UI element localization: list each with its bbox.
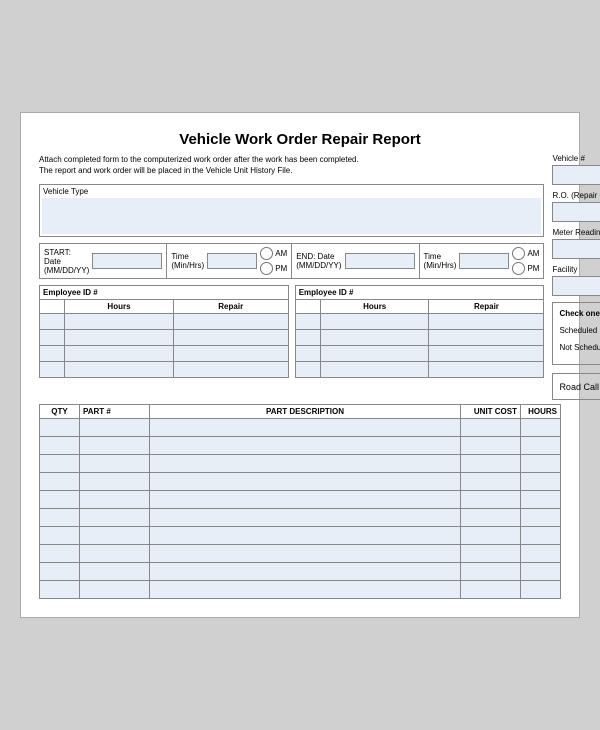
vehicle-type-field: Vehicle Type	[39, 184, 544, 237]
emp-row-right-4	[295, 362, 544, 378]
parts-row-2	[40, 437, 561, 455]
start-date-input[interactable]	[92, 253, 162, 269]
ro-label: R.O. (Repair Order) #	[552, 191, 600, 200]
emp-hours-col-left: Hours	[65, 300, 174, 314]
vehicle-number-field: Vehicle #	[552, 154, 600, 185]
parts-row-5	[40, 491, 561, 509]
check-only-section: Check one only Scheduled Not Scheduled	[552, 302, 600, 365]
parts-row-4	[40, 473, 561, 491]
parts-row-3	[40, 455, 561, 473]
end-date-input[interactable]	[345, 253, 415, 269]
emp-id-header-right: Employee ID #	[295, 286, 544, 300]
parts-row-6	[40, 509, 561, 527]
vehicle-number-label: Vehicle #	[552, 154, 600, 163]
facility-field: Facility	[552, 265, 600, 296]
parts-row-8	[40, 545, 561, 563]
emp-row-left-2	[40, 330, 289, 346]
date-row: START: Date (MM/DD/YY) Time (Min/Hrs) AM…	[39, 243, 544, 279]
end-date-cell: END: Date (MM/DD/YY)	[292, 244, 419, 278]
end-am-label[interactable]: AM	[512, 247, 539, 260]
meter-label: Meter Reading	[552, 228, 600, 237]
parts-row-10	[40, 581, 561, 599]
start-time-label: Time (Min/Hrs)	[171, 252, 204, 270]
start-date-label: START: Date (MM/DD/YY)	[44, 248, 89, 275]
emp-row-right-2	[295, 330, 544, 346]
ro-input[interactable]	[552, 202, 600, 222]
qty-header: QTY	[40, 405, 80, 419]
ro-field: R.O. (Repair Order) #	[552, 191, 600, 222]
emp-row-left-4	[40, 362, 289, 378]
emp-id-col-left	[40, 300, 65, 314]
start-time-input[interactable]	[207, 253, 257, 269]
meter-field: Meter Reading	[552, 228, 600, 259]
start-date-cell: START: Date (MM/DD/YY)	[40, 244, 167, 278]
meter-input[interactable]	[552, 239, 600, 259]
parts-row-9	[40, 563, 561, 581]
scheduled-label: Scheduled	[559, 326, 597, 335]
end-am-radio[interactable]	[512, 247, 525, 260]
emp-repair-col-left: Repair	[173, 300, 288, 314]
parts-section: QTY PART # PART DESCRIPTION UNIT COST HO…	[39, 404, 561, 599]
start-pm-radio[interactable]	[260, 262, 273, 275]
emp-row-right-3	[295, 346, 544, 362]
road-call-label: Road Call	[559, 382, 599, 392]
facility-input[interactable]	[552, 276, 600, 296]
employee-table-right: Employee ID # Hours Repair	[295, 285, 545, 378]
end-pm-radio[interactable]	[512, 262, 525, 275]
end-ampm: AM PM	[512, 247, 539, 275]
page-title: Vehicle Work Order Repair Report	[39, 131, 561, 148]
vehicle-number-input[interactable]	[552, 165, 600, 185]
employee-table-left: Employee ID # Hours Repair	[39, 285, 289, 378]
start-ampm: AM PM	[260, 247, 287, 275]
facility-label: Facility	[552, 265, 600, 274]
end-time-label: Time (Min/Hrs)	[424, 252, 457, 270]
emp-row-right-1	[295, 314, 544, 330]
emp-row-left-1	[40, 314, 289, 330]
not-scheduled-label: Not Scheduled	[559, 343, 600, 352]
emp-id-header-left: Employee ID #	[40, 286, 289, 300]
scheduled-row: Scheduled	[559, 324, 600, 337]
start-am-label[interactable]: AM	[260, 247, 287, 260]
end-time-cell: Time (Min/Hrs) AM PM	[420, 244, 544, 278]
vehicle-type-label: Vehicle Type	[40, 185, 543, 196]
employee-section: Employee ID # Hours Repair	[39, 285, 544, 378]
form-page: Vehicle Work Order Repair Report Attach …	[20, 112, 580, 618]
instructions: Attach completed form to the computerize…	[39, 154, 544, 176]
end-date-label: END: Date (MM/DD/YY)	[296, 252, 341, 270]
start-am-radio[interactable]	[260, 247, 273, 260]
road-call-section: Road Call	[552, 373, 600, 400]
left-column: Attach completed form to the computerize…	[39, 154, 544, 400]
part-header: PART #	[80, 405, 150, 419]
parts-row-7	[40, 527, 561, 545]
start-time-cell: Time (Min/Hrs) AM PM	[167, 244, 292, 278]
vehicle-type-input[interactable]	[42, 198, 541, 234]
end-pm-label[interactable]: PM	[512, 262, 539, 275]
hours-header: HOURS	[521, 405, 561, 419]
unit-header: UNIT COST	[461, 405, 521, 419]
emp-id-col-right	[295, 300, 320, 314]
desc-header: PART DESCRIPTION	[150, 405, 461, 419]
not-scheduled-row: Not Scheduled	[559, 341, 600, 354]
emp-row-left-3	[40, 346, 289, 362]
parts-table: QTY PART # PART DESCRIPTION UNIT COST HO…	[39, 404, 561, 599]
end-time-input[interactable]	[459, 253, 509, 269]
check-only-title: Check one only	[559, 309, 600, 318]
parts-row-1	[40, 419, 561, 437]
right-column: Vehicle # R.O. (Repair Order) # Meter Re…	[552, 154, 600, 400]
start-pm-label[interactable]: PM	[260, 262, 287, 275]
emp-hours-col-right: Hours	[320, 300, 429, 314]
emp-repair-col-right: Repair	[429, 300, 544, 314]
